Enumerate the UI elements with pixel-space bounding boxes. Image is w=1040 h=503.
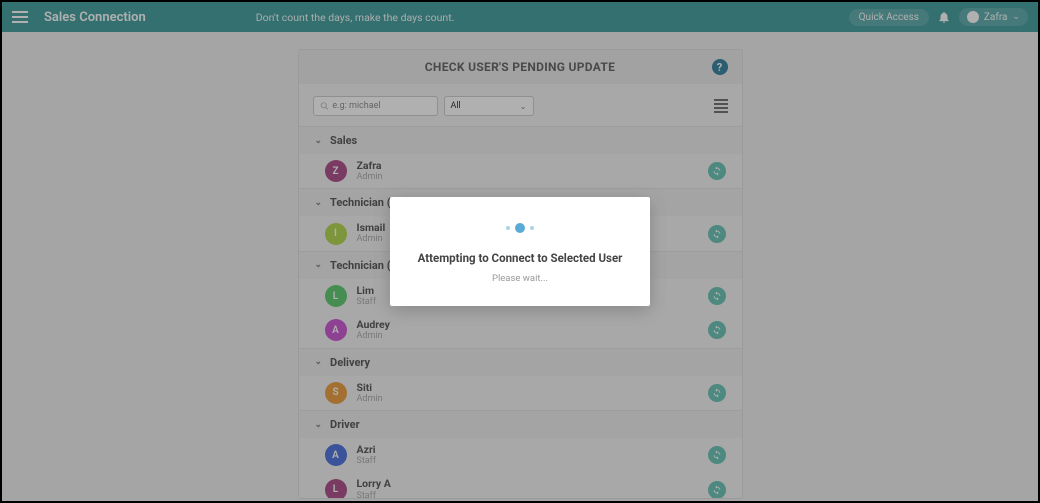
modal-overlay: Attempting to Connect to Selected User P… <box>2 2 1038 501</box>
spinner-icon <box>408 223 632 233</box>
modal-title: Attempting to Connect to Selected User <box>408 251 632 265</box>
loading-modal: Attempting to Connect to Selected User P… <box>390 197 650 306</box>
modal-subtitle: Please wait... <box>408 273 632 284</box>
